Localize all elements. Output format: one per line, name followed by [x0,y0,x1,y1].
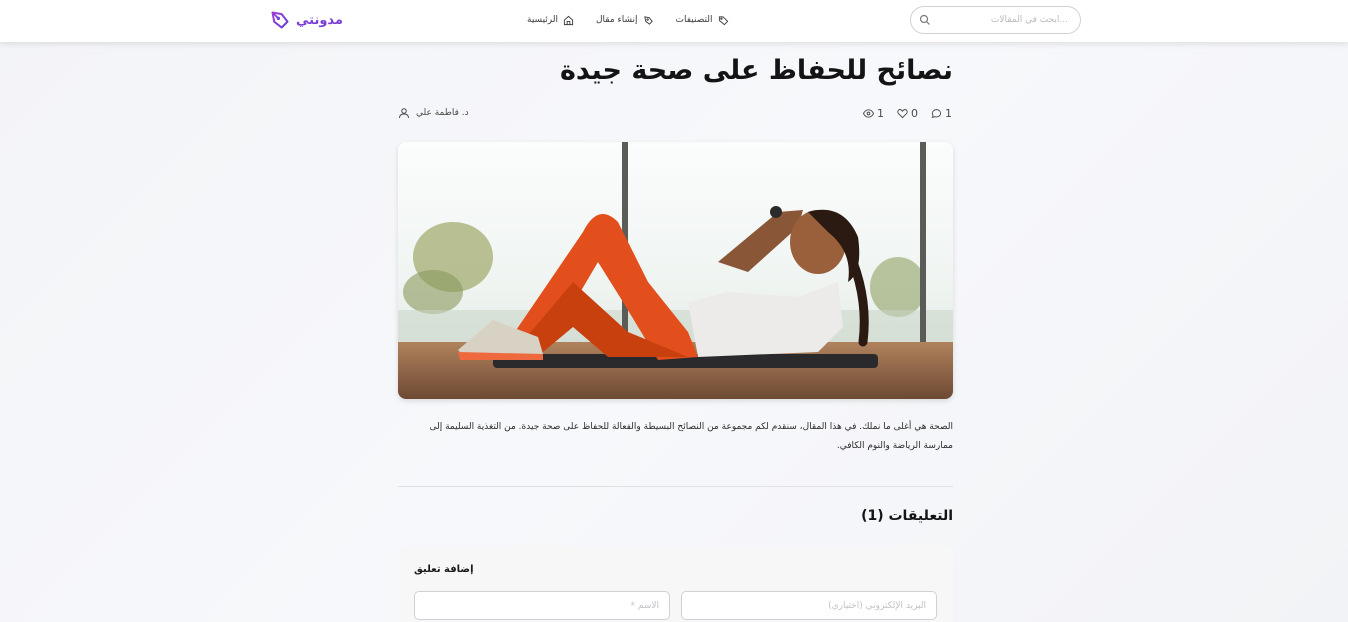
email-field[interactable] [681,591,937,620]
form-title: إضافة تعليق [414,564,474,575]
name-field[interactable] [414,591,670,620]
comments-heading-text: التعليقات (1) [861,508,953,524]
comments-heading: التعليقات (1) [398,508,953,524]
article-author: د. فاطمة علي [398,105,469,121]
article-body: الصحة هي أغلى ما نملك. في هذا المقال، سن… [429,422,953,451]
logo-text: مدونتي [296,12,343,28]
heart-icon [897,108,908,118]
workout-photo [398,142,953,399]
tag-icon [718,15,728,25]
nav-item-categories[interactable]: التصنيفات [676,15,729,26]
top-header: مدونتي التصنيفات إنشاء مقال الرئيسية [0,0,1348,42]
nav-label: التصنيفات [675,15,713,25]
user-icon [399,108,409,119]
nav-label: إنشاء مقال [596,15,638,25]
pen-icon [643,15,653,25]
pen-nib-logo-icon [271,11,289,29]
comment-icon [931,108,942,118]
search-box [910,6,1081,34]
likes-count: 0 [911,106,918,120]
search-icon [919,14,930,25]
home-icon [563,15,574,25]
comments-count: 1 [945,106,952,120]
article-image [398,142,953,399]
logo[interactable]: مدونتي [270,9,343,31]
comments-stat: 1 [931,107,952,120]
divider [398,486,953,487]
views-count: 1 [877,106,884,120]
nav-item-home[interactable]: الرئيسية [527,15,574,26]
likes-stat[interactable]: 0 [897,107,918,120]
add-comment-form: إضافة تعليق [398,546,953,622]
eye-icon [863,108,874,118]
search-input[interactable] [935,11,1068,29]
article-title: نصائح للحفاظ على صحة جيدة [559,55,953,86]
nav-label: الرئيسية [527,15,558,25]
nav-item-create-article[interactable]: إنشاء مقال [596,15,654,26]
article-stats: 1 0 1 [863,105,952,121]
views-stat: 1 [863,107,884,120]
main-nav: التصنيفات إنشاء مقال الرئيسية [527,11,729,29]
author-name: د. فاطمة علي [416,108,469,118]
